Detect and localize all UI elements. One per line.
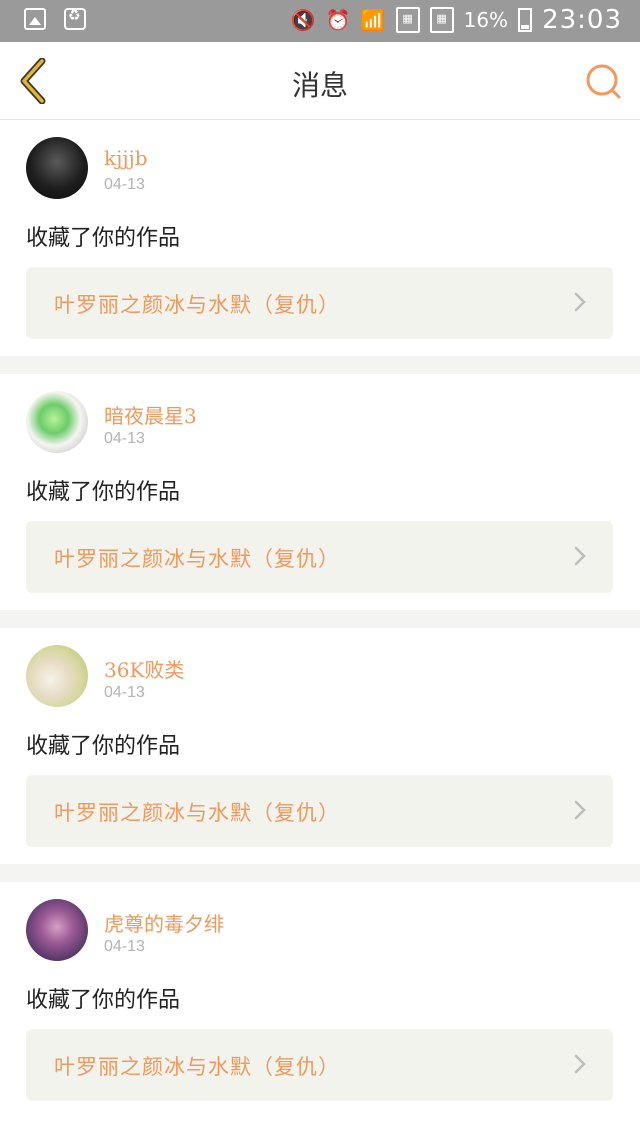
work-title: 叶罗丽之颜冰与水默（复仇） [54, 1055, 340, 1079]
work-link[interactable]: 叶罗丽之颜冰与水默（复仇） [26, 521, 613, 593]
work-link[interactable]: 叶罗丽之颜冰与水默（复仇） [26, 1029, 613, 1101]
message-action: 收藏了你的作品 [26, 480, 181, 505]
chevron-right-icon [574, 546, 586, 566]
chevron-right-icon [574, 1054, 586, 1074]
user-name[interactable]: 暗夜晨星3 [104, 400, 197, 429]
avatar[interactable] [26, 645, 88, 707]
sim-icon: ▦ [395, 7, 420, 33]
mute-icon: 🔇 [290, 8, 316, 32]
message-date: 04-13 [104, 430, 145, 447]
avatar[interactable] [26, 391, 88, 453]
sim-icon: ▦ [429, 7, 454, 33]
message-card: 虎尊的毒夕绯 04-13 收藏了你的作品 叶罗丽之颜冰与水默（复仇） [0, 882, 640, 1118]
message-action: 收藏了你的作品 [26, 226, 181, 251]
alarm-icon: ⏰ [325, 8, 351, 32]
chevron-right-icon [574, 800, 586, 820]
message-card: 暗夜晨星3 04-13 收藏了你的作品 叶罗丽之颜冰与水默（复仇） [0, 374, 640, 628]
battery-icon [518, 8, 533, 32]
message-date: 04-13 [104, 684, 145, 701]
page-title: 消息 [291, 69, 348, 102]
work-link[interactable]: 叶罗丽之颜冰与水默（复仇） [26, 775, 613, 847]
user-name[interactable]: 虎尊的毒夕绯 [104, 908, 224, 937]
work-title: 叶罗丽之颜冰与水默（复仇） [54, 547, 340, 571]
photo-icon [24, 8, 46, 30]
work-link[interactable]: 叶罗丽之颜冰与水默（复仇） [26, 267, 613, 339]
message-action: 收藏了你的作品 [26, 988, 181, 1013]
battery-percent: 16% [463, 8, 509, 32]
message-card: kjjjb 04-13 收藏了你的作品 叶罗丽之颜冰与水默（复仇） [0, 120, 640, 374]
message-card: 36K败类 04-13 收藏了你的作品 叶罗丽之颜冰与水默（复仇） [0, 628, 640, 882]
status-bar-left [24, 8, 86, 30]
app-header: 消息 [0, 42, 640, 120]
message-action: 收藏了你的作品 [26, 734, 181, 759]
avatar[interactable] [26, 137, 88, 199]
user-name[interactable]: 36K败类 [104, 654, 184, 683]
message-list: kjjjb 04-13 收藏了你的作品 叶罗丽之颜冰与水默（复仇） 暗夜晨星3 … [0, 120, 640, 1118]
avatar[interactable] [26, 899, 88, 961]
status-bar: 🔇 ⏰ 📶 ▦ ▦ 16% 23:03 [0, 0, 640, 42]
chevron-right-icon [574, 292, 586, 312]
message-date: 04-13 [104, 176, 145, 193]
message-date: 04-13 [104, 938, 145, 955]
user-name[interactable]: kjjjb [104, 146, 148, 170]
work-title: 叶罗丽之颜冰与水默（复仇） [54, 801, 340, 825]
wifi-icon: 📶 [360, 8, 386, 32]
work-title: 叶罗丽之颜冰与水默（复仇） [54, 293, 340, 317]
search-button[interactable] [584, 62, 622, 100]
status-bar-right: 🔇 ⏰ 📶 ▦ ▦ 16% 23:03 [291, 6, 622, 34]
recycle-icon [64, 8, 86, 30]
search-icon [586, 64, 621, 99]
clock: 23:03 [542, 5, 622, 35]
